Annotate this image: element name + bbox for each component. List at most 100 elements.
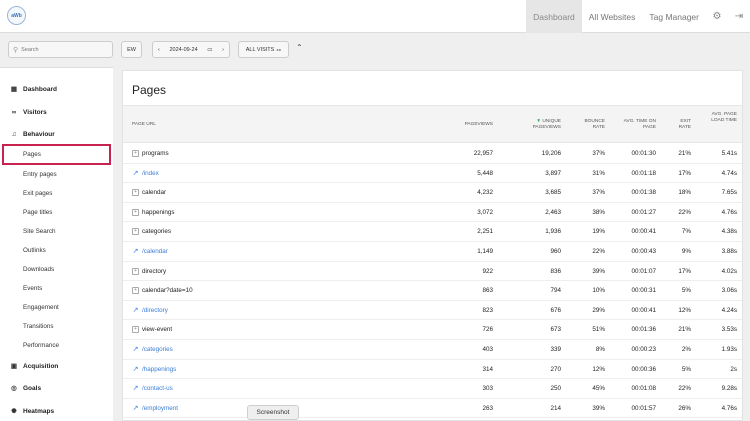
table-row[interactable]: ↗/directory 823 676 29% 00:00:41 12% 4.24s [123,301,742,321]
external-link-icon[interactable]: ↗ [132,405,139,412]
cell-page-url[interactable]: categories [142,222,292,242]
logo[interactable]: aWb [7,6,26,25]
segment-selector[interactable]: ALL VISITS ⚏ [238,41,289,58]
cell-bounce-rate: 19% [592,228,605,236]
cell-bounce-rate: 10% [592,287,605,295]
sidebar-item-transitions[interactable]: Transitions [0,320,113,332]
next-date-icon[interactable]: › [222,47,224,53]
expand-icon[interactable]: + [132,267,139,275]
external-link-icon[interactable]: ↗ [132,385,139,392]
table-row[interactable]: + programs 22,957 19,206 37% 00:01:30 21% 5.41s [123,144,742,164]
sidebar-item-acquisition[interactable]: ▣ Acquisition [0,360,113,372]
col-avg-time-on-page[interactable]: AVG. TIME ON PAGE [623,119,656,131]
topnav-all-websites[interactable]: All Websites [582,0,643,33]
cell-page-url[interactable]: directory [142,262,292,282]
cell-bounce-rate: 38% [592,208,605,216]
cell-page-url[interactable]: /directory [142,301,292,321]
cell-pageviews: 726 [482,326,493,334]
sidebar-item-performance[interactable]: Performance [0,339,113,351]
table-row[interactable]: ↗/contact-us 303 250 45% 00:01:08 22% 9.28s [123,379,742,399]
sidebar-item-visitors[interactable]: ∞ Visitors [0,106,113,118]
cell-page-url[interactable]: /contact-us [142,379,292,399]
expand-icon[interactable]: + [132,228,139,236]
search-input[interactable] [21,46,102,53]
sidebar-item-label: Behaviour [23,130,55,138]
cell-unique-pageviews: 250 [550,385,561,393]
topnav-dashboard[interactable]: Dashboard [526,0,582,33]
gear-icon[interactable]: ⚙ [706,0,728,33]
expand-icon[interactable]: + [132,150,139,157]
search-box[interactable]: ⚲ [8,41,113,58]
goals-icon: ◎ [11,385,17,392]
cell-page-url[interactable]: /categories [142,340,292,360]
cell-page-url[interactable]: /index [142,164,292,184]
external-link-icon[interactable]: ↗ [132,346,139,353]
cell-bounce-rate: 39% [592,404,605,412]
cell-unique-pageviews: 676 [550,306,561,314]
cell-page-url[interactable]: /happenings [142,360,292,380]
table-row[interactable]: ↗/happenings 314 270 12% 00:00:36 5% 2s [123,360,742,380]
sidebar-item-label: Heatmaps [23,407,55,415]
table-row[interactable]: + calendar 4,232 3,685 37% 00:01:38 18% 7.65s [123,183,742,203]
col-avg-page-load-time[interactable]: AVG. PAGE LOAD TIME [710,112,737,124]
sidebar-item-page-titles[interactable]: Page titles [0,206,113,218]
sidebar-item-exit-pages[interactable]: Exit pages [0,187,113,199]
table-row[interactable]: ↗/employment 263 214 39% 00:01:57 26% 4.76s [123,399,742,419]
expand-icon[interactable]: + [132,326,139,334]
sidebar-item-label: Downloads [23,265,55,273]
table-row[interactable]: + happenings 3,072 2,463 38% 00:01:27 22% 4.76s [123,203,742,223]
period-selector[interactable]: EW [121,41,142,58]
sidebar-item-site-search[interactable]: Site Search [0,225,113,237]
cell-bounce-rate: 45% [592,385,605,393]
sidebar-item-label: Goals [23,384,42,392]
sidebar-item-goals[interactable]: ◎ Goals [0,382,113,394]
sidebar-item-events[interactable]: Events [0,282,113,294]
cell-page-url[interactable]: calendar?date=10 [142,281,292,301]
col-bounce-rate[interactable]: BOUNCE RATE [575,119,605,131]
topnav-tag-manager[interactable]: Tag Manager [642,0,706,33]
table-row[interactable]: + categories 2,251 1,936 19% 00:00:41 7% 4.38s [123,222,742,242]
collapse-icon[interactable]: ⌃ [296,43,303,52]
cell-pageviews: 3,072 [477,208,493,216]
table-row[interactable]: ↗/calendar 1,149 960 22% 00:00:43 9% 3.88s [123,242,742,262]
logout-icon[interactable]: ⇥ [728,0,750,33]
sidebar-item-heatmaps[interactable]: ✺ Heatmaps [0,405,113,417]
cell-bounce-rate: 37% [592,189,605,197]
sidebar-item-dashboard[interactable]: ▦ Dashboard [0,83,113,95]
table-row[interactable]: + directory 922 836 39% 00:01:07 17% 4.02s [123,262,742,282]
col-unique-pageviews[interactable]: ▼ UNIQUE PAGEVIEWS [521,119,561,131]
cell-page-url[interactable]: /calendar [142,242,292,262]
expand-icon[interactable]: + [132,189,139,197]
col-exit-rate[interactable]: EXIT RATE [668,119,691,131]
table-row[interactable]: ↗/categories 403 339 8% 00:00:23 2% 1.93s [123,340,742,360]
sidebar-item-entry-pages[interactable]: Entry pages [0,168,113,180]
date-label: 2024-09-24 [169,46,198,53]
cell-exit-rate: 5% [681,287,691,295]
cell-page-url[interactable]: happenings [142,203,292,223]
sidebar-item-outlinks[interactable]: Outlinks [0,244,113,256]
table-row[interactable]: + calendar?date=10 863 794 10% 00:00:31 5% 3.06… [123,281,742,301]
sidebar-item-pages[interactable]: Pages [2,144,111,165]
cell-avg-page-load-time: 4.24s [721,306,737,314]
col-pageviews[interactable]: PAGEVIEWS [453,122,493,128]
cell-avg-time-on-page: 00:01:30 [631,150,656,157]
sidebar-item-label: Entry pages [23,170,57,178]
cell-page-url[interactable]: calendar [142,183,292,203]
external-link-icon[interactable]: ↗ [132,307,139,314]
prev-date-icon[interactable]: ‹ [158,47,160,53]
expand-icon[interactable]: + [132,208,139,216]
table-row[interactable]: ↗/index 5,448 3,897 31% 00:01:18 17% 4.74s [123,164,742,184]
external-link-icon[interactable]: ↗ [132,170,139,177]
sidebar-item-engagement[interactable]: Engagement [0,301,113,313]
cell-page-url[interactable]: programs [142,144,292,164]
expand-icon[interactable]: + [132,287,139,295]
external-link-icon[interactable]: ↗ [132,248,139,255]
table-row[interactable]: + view-event 726 673 51% 00:01:36 21% 3.53s [123,320,742,340]
sidebar-item-downloads[interactable]: Downloads [0,263,113,275]
cell-page-url[interactable]: view-event [142,320,292,340]
date-selector[interactable]: ‹ 2024-09-24 ▭ › [152,41,230,58]
col-page-url[interactable]: PAGE URL [132,122,156,128]
sidebar-item-behaviour[interactable]: ♫ Behaviour [0,128,113,140]
external-link-icon[interactable]: ↗ [132,366,139,373]
cell-bounce-rate: 8% [595,346,605,353]
